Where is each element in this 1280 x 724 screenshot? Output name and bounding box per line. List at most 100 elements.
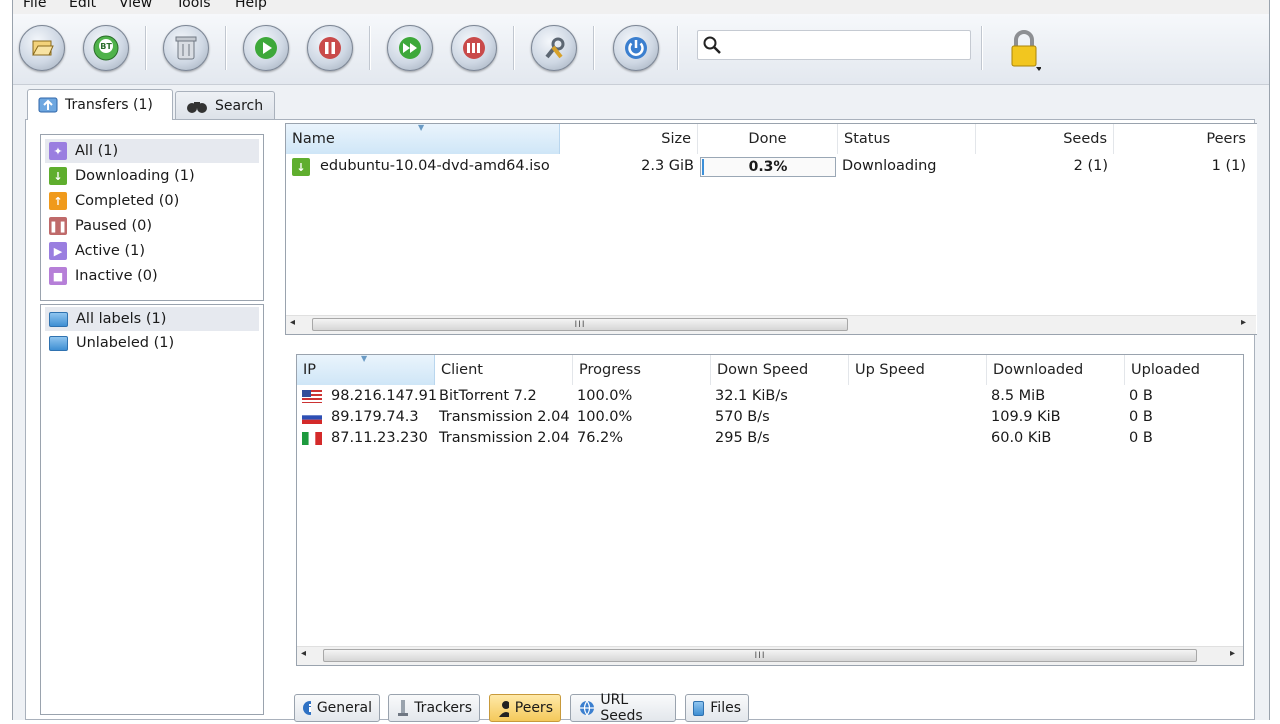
table-row[interactable]: 87.11.23.230 Transmission 2.04 76.2% 295… [297,429,1243,450]
peer-downloaded: 60.0 KiB [991,430,1052,446]
filter-active[interactable]: ▶ Active (1) [45,239,259,263]
label-all[interactable]: All labels (1) [45,307,259,331]
col-size[interactable]: Size [560,124,698,154]
exit-button[interactable] [613,25,659,71]
col-uploaded[interactable]: Uploaded [1125,355,1243,385]
col-done[interactable]: Done [698,124,838,154]
toolbar-separator [593,26,595,70]
add-torrent-button[interactable]: BT [83,25,129,71]
menu-file[interactable]: File [23,0,46,11]
tab-search[interactable]: Search [175,91,275,119]
filter-all[interactable]: ✦ All (1) [45,139,259,163]
tab-url-seeds[interactable]: URL Seeds [570,692,676,724]
peer-uploaded: 0 B [1129,430,1153,446]
tab-search-label: Search [215,97,264,114]
play-icon [255,37,277,59]
menu-bar: File Edit View Tools Help [13,0,1269,14]
scroll-thumb[interactable]: III [323,649,1197,662]
col-downloaded[interactable]: Downloaded [987,355,1125,385]
scroll-right-icon[interactable]: ▸ [1241,317,1246,328]
scroll-left-icon[interactable]: ◂ [301,648,306,659]
sort-arrow-icon: ▼ [418,123,425,132]
tab-trackers[interactable]: Trackers [388,694,480,722]
torrent-name: edubuntu-10.04-dvd-amd64.iso [320,158,550,174]
peer-ip: 87.11.23.230 [331,430,428,446]
col-peers[interactable]: Peers [1114,124,1252,154]
peer-down-speed: 32.1 KiB/s [715,388,788,404]
scroll-right-icon[interactable]: ▸ [1230,648,1235,659]
scroll-left-icon[interactable]: ◂ [290,317,295,328]
filter-completed[interactable]: ↑ Completed (0) [45,189,259,213]
resume-all-icon [399,37,421,59]
label-filter-list: All labels (1) Unlabeled (1) [40,304,264,715]
label-name: Unlabeled (1) [76,335,175,351]
filter-label: All (1) [75,143,119,159]
col-seeds[interactable]: Seeds [976,124,1114,154]
label-folder-icon [49,335,68,351]
tab-label: Trackers [414,700,472,716]
torrent-size: 2.3 GiB [641,158,694,174]
peer-client: Transmission 2.04 [439,409,570,425]
resume-all-button[interactable] [387,25,433,71]
lock-button[interactable] [1007,27,1042,71]
filter-label: Completed (0) [75,193,180,209]
peers-hscrollbar[interactable]: ◂ III ▸ [297,646,1243,665]
tab-label: URL Seeds [600,692,643,724]
options-button[interactable] [531,25,577,71]
sort-arrow-icon: ▼ [361,354,368,363]
torrent-peers: 1 (1) [1211,158,1246,174]
filter-inactive[interactable]: ■ Inactive (0) [45,264,259,288]
label-unlabeled[interactable]: Unlabeled (1) [45,331,259,355]
menu-edit[interactable]: Edit [69,0,96,11]
resume-button[interactable] [243,25,289,71]
col-status[interactable]: Status [838,124,976,154]
tab-transfers[interactable]: Transfers (1) [27,89,173,120]
toolbar: BT [13,14,1269,85]
tab-files[interactable]: Files [685,694,749,722]
peer-down-speed: 295 B/s [715,430,770,446]
peer-ip: 89.179.74.3 [331,409,419,425]
col-name[interactable]: Name ▼ [286,123,560,154]
col-progress[interactable]: Progress [573,355,711,385]
scroll-thumb[interactable]: III [312,318,848,331]
col-ip[interactable]: IP ▼ [297,354,435,385]
menu-view[interactable]: View [119,0,152,11]
table-row[interactable]: 98.216.147.91 BitTorrent 7.2 100.0% 32.1… [297,387,1243,408]
torrent-status: Downloading [842,158,937,174]
upload-arrow-icon: ↑ [49,192,67,210]
transfers-content: ✦ All (1) ↓ Downloading (1) ↑ Completed … [25,119,1257,720]
table-row[interactable]: ↓ edubuntu-10.04-dvd-amd64.iso 2.3 GiB 0… [286,155,1252,179]
peer-progress: 100.0% [577,409,633,425]
transfers-hscrollbar[interactable]: ◂ III ▸ [286,315,1256,334]
us-flag-icon [302,390,322,403]
delete-button[interactable] [163,25,209,71]
filter-downloading[interactable]: ↓ Downloading (1) [45,164,259,188]
filter-label: Inactive (0) [75,268,158,284]
status-filter-list: ✦ All (1) ↓ Downloading (1) ↑ Completed … [40,134,264,301]
pause-all-button[interactable] [451,25,497,71]
toolbar-separator [225,26,227,70]
peer-uploaded: 0 B [1129,388,1153,404]
menu-help[interactable]: Help [235,0,267,11]
col-up-speed[interactable]: Up Speed [849,355,987,385]
trash-icon [175,36,197,60]
menu-tools[interactable]: Tools [176,0,211,11]
files-icon [693,700,705,716]
filter-paused[interactable]: ❚❚ Paused (0) [45,214,259,238]
table-row[interactable]: 89.179.74.3 Transmission 2.04 100.0% 570… [297,408,1243,429]
tab-general[interactable]: General [294,694,380,722]
search-box[interactable] [697,30,971,60]
filter-label: Active (1) [75,243,146,259]
pause-button[interactable] [307,25,353,71]
search-input[interactable] [724,34,966,56]
it-flag-icon [302,432,322,445]
tab-peers[interactable]: Peers [489,694,561,722]
filter-label: Paused (0) [75,218,152,234]
pause-all-icon [463,37,485,59]
peer-client: Transmission 2.04 [439,430,570,446]
open-torrent-button[interactable] [19,25,65,71]
col-client[interactable]: Client [435,355,573,385]
toolbar-separator [513,26,515,70]
url-seeds-icon [580,700,594,717]
col-down-speed[interactable]: Down Speed [711,355,849,385]
